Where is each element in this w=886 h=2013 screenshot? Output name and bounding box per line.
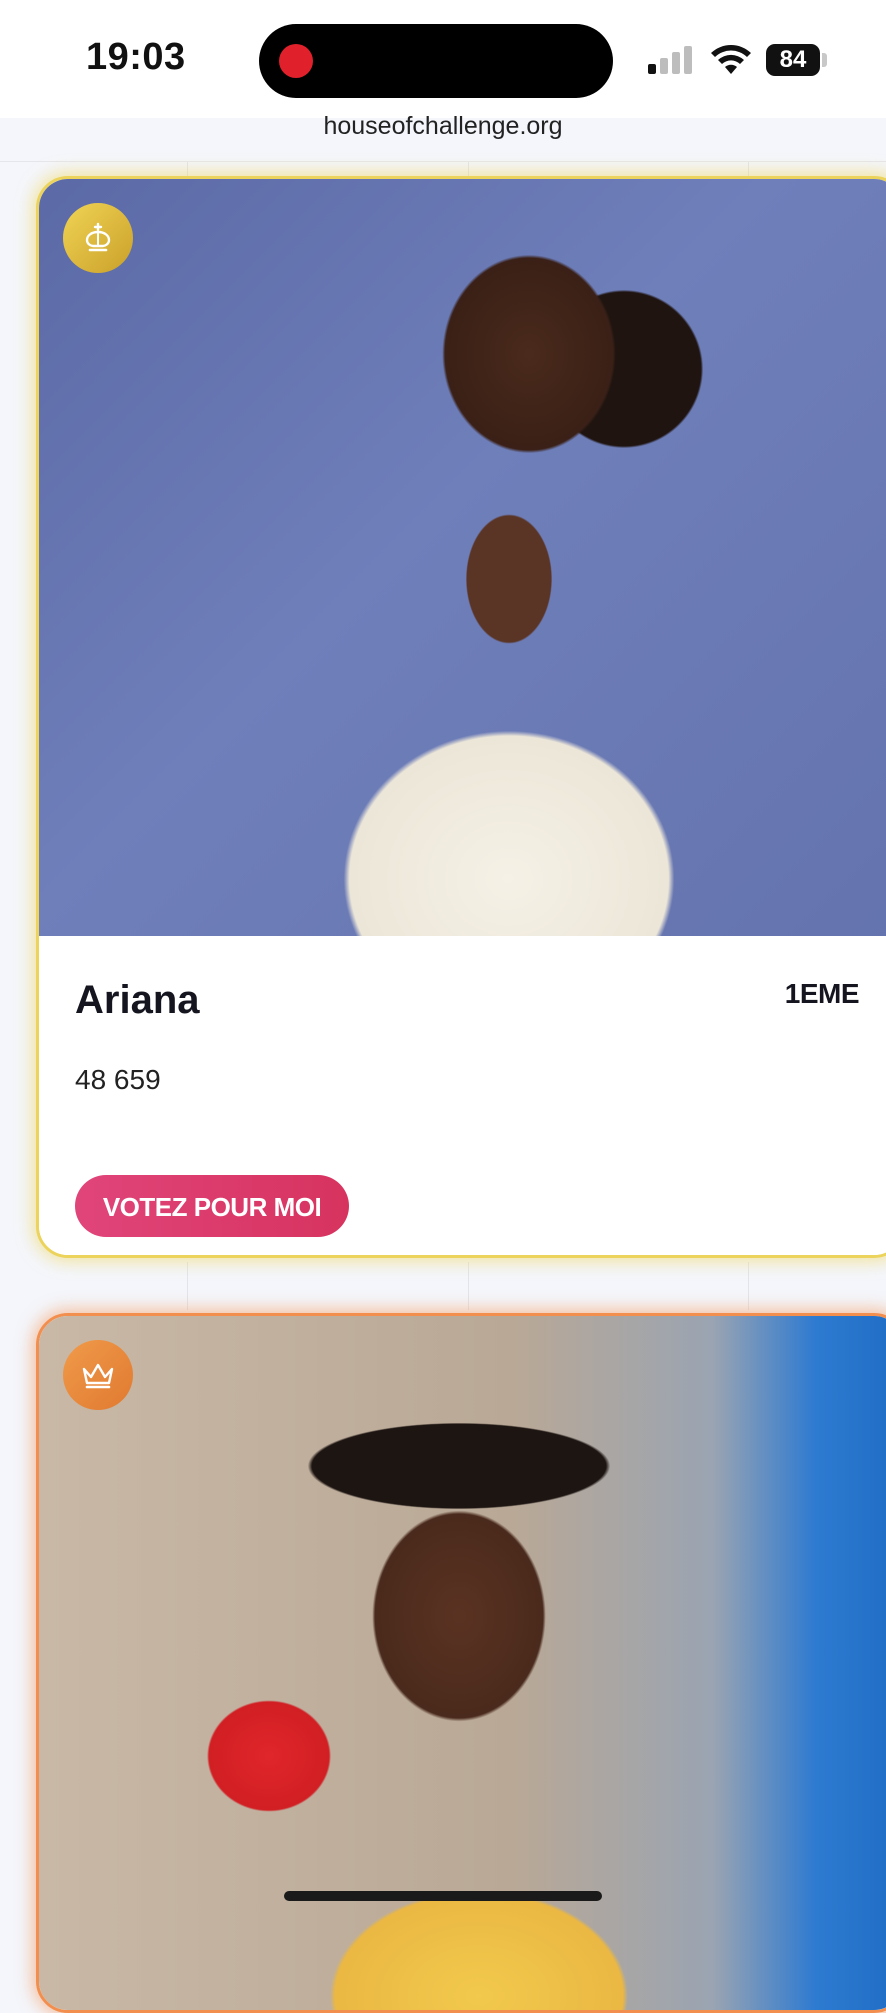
battery-icon: 84	[766, 44, 820, 76]
grid-line	[468, 1262, 469, 1310]
dynamic-island	[259, 24, 613, 98]
wifi-icon	[711, 45, 751, 74]
candidate-name: Ariana	[75, 978, 200, 1022]
vote-button[interactable]: VOTEZ POUR MOI	[75, 1175, 349, 1237]
crown-icon	[63, 1340, 133, 1410]
candidate-photo[interactable]	[39, 179, 886, 936]
candidate-rank: 1EME	[784, 978, 860, 1009]
status-bar: 19:03 84 houseofchallenge.org	[0, 0, 886, 162]
signal-icon	[648, 46, 694, 74]
status-time: 19:03	[86, 36, 186, 78]
candidate-card[interactable]	[36, 1313, 886, 2013]
candidate-photo[interactable]	[39, 1316, 886, 2010]
home-indicator[interactable]	[284, 1891, 602, 1901]
grid-line	[187, 1262, 188, 1310]
address-bar[interactable]: houseofchallenge.org	[0, 112, 886, 141]
battery-cap	[822, 53, 827, 67]
candidate-card[interactable]: Ariana 1EME 48 659 VOTEZ POUR MOI	[36, 176, 886, 1258]
grid-line	[748, 1262, 749, 1310]
divider	[0, 161, 886, 162]
vote-count: 48 659	[75, 1064, 161, 1095]
screen-recording-icon	[279, 44, 313, 78]
candidate-info: Ariana 1EME 48 659 VOTEZ POUR MOI	[39, 936, 886, 1255]
king-crown-icon	[63, 203, 133, 273]
